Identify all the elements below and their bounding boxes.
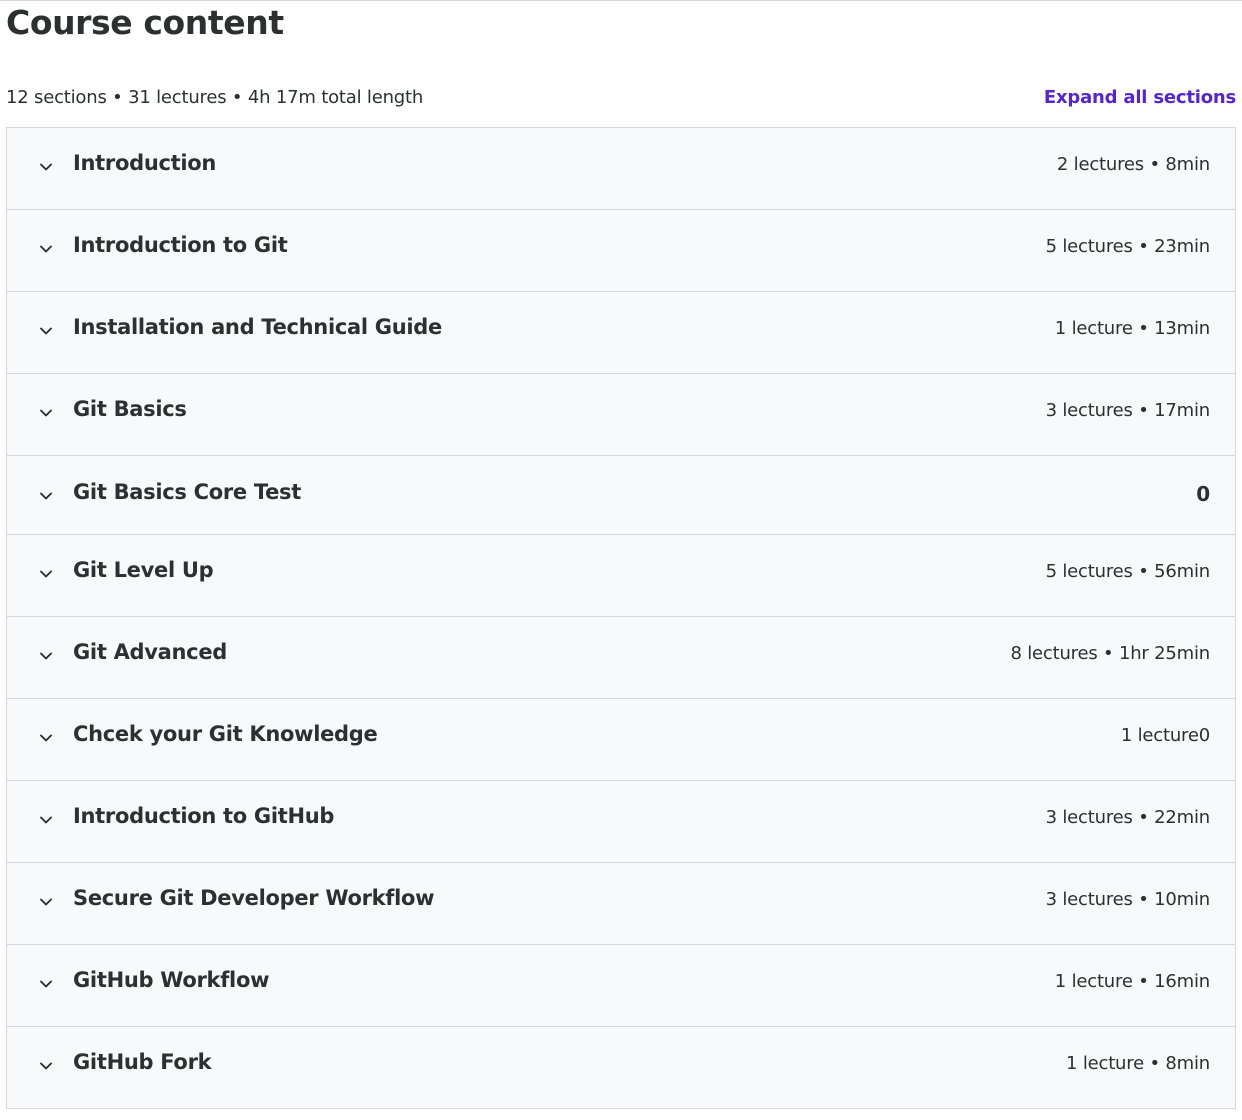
course-content-panel: Course content 12 sections • 31 lectures… — [0, 0, 1242, 1120]
section-title: Chcek your Git Knowledge — [73, 722, 378, 746]
section-lecture-info: 5 lectures • 23min — [1045, 236, 1211, 257]
section-title: Introduction to GitHub — [73, 804, 335, 828]
section-title: GitHub Workflow — [73, 968, 270, 992]
section-header[interactable]: Secure Git Developer Workflow 3 lectures … — [7, 863, 1235, 945]
section-header[interactable]: Introduction to GitHub 3 lectures • 22min — [7, 781, 1235, 863]
section-lecture-info: 3 lectures • 17min — [1045, 400, 1211, 421]
section-lecture-info: 5 lectures • 56min — [1045, 561, 1211, 582]
course-summary: 12 sections • 31 lectures • 4h 17m total… — [6, 87, 424, 108]
section-title: Git Advanced — [73, 640, 228, 664]
section-header[interactable]: Installation and Technical Guide 1 lectur… — [7, 292, 1235, 374]
chevron-down-icon — [38, 405, 54, 421]
section-header[interactable]: GitHub Workflow 1 lecture • 16min — [7, 945, 1235, 1027]
section-header[interactable]: Git Level Up 5 lectures • 56min — [7, 535, 1235, 617]
section-header[interactable]: Introduction to Git 5 lectures • 23min — [7, 210, 1235, 292]
section-lecture-info: 1 lecture • 16min — [1054, 971, 1210, 992]
section-title: Introduction to Git — [73, 233, 288, 257]
section-lecture-info: 1 lecture0 — [1120, 725, 1210, 746]
section-title: Git Basics Core Test — [73, 480, 301, 504]
chevron-down-icon — [38, 323, 54, 339]
section-header[interactable]: Git Basics Core Test 0 — [7, 456, 1235, 535]
section-title: Installation and Technical Guide — [73, 315, 442, 339]
section-lecture-info: 3 lectures • 22min — [1045, 807, 1211, 828]
chevron-down-icon — [38, 159, 54, 175]
course-summary-row: 12 sections • 31 lectures • 4h 17m total… — [6, 85, 1236, 111]
section-title: Git Basics — [73, 397, 187, 421]
section-lecture-info: 1 lecture • 8min — [1066, 1053, 1210, 1074]
chevron-down-icon — [38, 894, 54, 910]
section-lecture-info: 8 lectures • 1hr 25min — [1010, 643, 1210, 664]
chevron-down-icon — [38, 1058, 54, 1074]
chevron-down-icon — [38, 488, 54, 504]
section-lecture-info: 0 — [1196, 482, 1210, 506]
chevron-down-icon — [38, 241, 54, 257]
section-header[interactable]: Git Basics 3 lectures • 17min — [7, 374, 1235, 456]
chevron-down-icon — [38, 730, 54, 746]
chevron-down-icon — [38, 566, 54, 582]
section-lecture-info: 1 lecture • 13min — [1054, 318, 1210, 339]
section-header[interactable]: GitHub Fork 1 lecture • 8min — [7, 1027, 1235, 1109]
chevron-down-icon — [38, 976, 54, 992]
section-header[interactable]: Chcek your Git Knowledge 1 lecture0 — [7, 699, 1235, 781]
section-title: Secure Git Developer Workflow — [73, 886, 435, 910]
section-title: GitHub Fork — [73, 1050, 212, 1074]
section-lecture-info: 3 lectures • 10min — [1045, 889, 1211, 910]
section-header[interactable]: Introduction 2 lectures • 8min — [7, 128, 1235, 210]
section-title: Git Level Up — [73, 558, 214, 582]
section-lecture-info: 2 lectures • 8min — [1056, 154, 1210, 175]
sections-list: Introduction 2 lectures • 8min Introductio… — [6, 127, 1236, 1109]
expand-all-sections-button[interactable]: Expand all sections — [1044, 85, 1236, 111]
chevron-down-icon — [38, 648, 54, 664]
section-title: Introduction — [73, 151, 217, 175]
chevron-down-icon — [38, 812, 54, 828]
page-title: Course content — [6, 3, 284, 42]
section-header[interactable]: Git Advanced 8 lectures • 1hr 25min — [7, 617, 1235, 699]
